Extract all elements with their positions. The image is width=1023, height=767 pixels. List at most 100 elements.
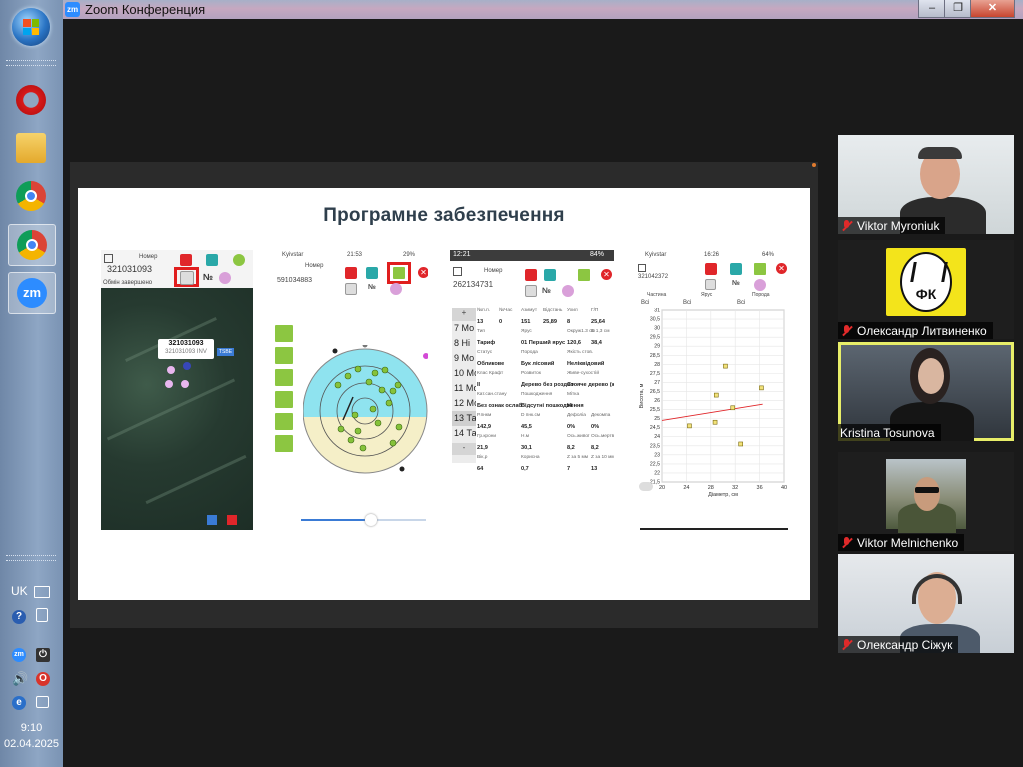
grid-cell: Вік,р [477, 455, 488, 460]
status-carrier: Kyivstar [645, 252, 667, 258]
plot-area [661, 309, 785, 483]
list-icon [345, 283, 357, 295]
filter-label-species: Порода [752, 292, 770, 298]
grid-cell: 8,2 [567, 444, 575, 451]
stump-icon [275, 391, 293, 408]
grid-cell: 45,5 [521, 423, 532, 430]
status-carrier: Kyivstar [282, 252, 304, 258]
sunglasses-icon [915, 487, 939, 493]
grid-cell: Тип [477, 329, 485, 334]
y-tick-label: 28 [654, 362, 660, 368]
participant-nametag: Олександр Литвиненко [838, 322, 993, 339]
x-tick-label: 24 [683, 485, 689, 491]
participant-nametag: Viktor Myroniuk [838, 217, 946, 234]
add-tree-button: + [452, 308, 476, 321]
grid-cell: Азимут [521, 308, 538, 313]
network-icon[interactable] [36, 696, 49, 708]
clock[interactable]: 9:10 02.04.2025 [0, 720, 63, 752]
start-button[interactable] [12, 8, 50, 46]
taskbar-app-explorer[interactable] [8, 128, 54, 168]
window-icon[interactable] [36, 608, 48, 622]
status-battery: 84% [590, 251, 605, 258]
participant-tile[interactable]: ФК Олександр Литвиненко [838, 240, 1014, 339]
y-tick-label: 29 [654, 344, 660, 350]
taskbar: zm UK ? zm ⏻ 🔊 O e 9:10 02.04.2025 [0, 0, 64, 767]
grid-cell: Корисна [521, 455, 540, 460]
grid-cell: 0,7 [521, 465, 529, 472]
grid-cell: 0% [591, 423, 600, 430]
mic-muted-icon [840, 638, 854, 652]
grid-cell: Ярус [521, 329, 532, 334]
participant-tile-active-speaker[interactable]: Kristina Tosunova [838, 342, 1014, 441]
grid-cell: №п.п. [477, 308, 491, 313]
keyboard-icon[interactable] [34, 586, 50, 598]
browser-tray-icon[interactable]: e [12, 696, 26, 710]
data-point [738, 441, 743, 447]
deadwood-icon [275, 435, 293, 452]
grid-cell: Порода [521, 350, 538, 355]
remove-tree-button: - [452, 443, 476, 455]
close-button[interactable]: ✕ [970, 0, 1015, 18]
headset-icon [918, 147, 962, 159]
scatter-chart: 31 30,5 30 29,5 29 28,5 28 27,5 27 26,5 26 25,5 25 24… [639, 308, 787, 498]
checkbox [638, 264, 646, 272]
grid-cell: D пнк.см [521, 413, 541, 418]
y-tick-label: 24,5 [650, 425, 660, 431]
help-icon[interactable]: ? [12, 610, 26, 624]
grid-cell: Відстань [543, 308, 563, 313]
y-axis-label: Висота, м [639, 383, 645, 408]
presentation-slide: Програмне забезпечення Номер 321031093 О… [78, 188, 810, 600]
window-titlebar[interactable]: zm Zoom Конференция – ❐ ✕ [63, 0, 1023, 19]
tree-marker-icon [167, 366, 175, 374]
grid-cell: Р.пнкм [477, 413, 492, 418]
app-screenshot-map: Номер 321031093 Обмін завершено № 321031… [101, 250, 253, 530]
taskbar-app-zoom[interactable]: zm [8, 272, 56, 314]
map-popup: 321031093 321031093 INV [158, 339, 214, 359]
people-icon [390, 283, 402, 295]
participant-avatar: ФК [886, 248, 966, 316]
zoom-tray-icon[interactable]: zm [12, 648, 26, 662]
layers-icon [227, 515, 237, 525]
status-time: 21:53 [347, 252, 363, 258]
volume-icon[interactable]: 🔊 [12, 672, 28, 686]
plot-number: 262134731 [453, 280, 494, 289]
grid-cell: Z за 5 мм [567, 455, 589, 460]
taskbar-app-chrome-profile[interactable] [8, 224, 56, 266]
grid-cell: Статус [477, 350, 493, 355]
participant-tile[interactable]: Viktor Myroniuk [838, 135, 1014, 234]
share-indicator-icon [812, 163, 816, 167]
folder-icon [16, 133, 46, 163]
y-tick-label: 28,5 [650, 353, 660, 359]
y-tick-label: 30 [654, 326, 660, 332]
participant-video [918, 358, 944, 394]
label-nomer: Номер [139, 254, 158, 260]
app-screenshot-table: 12:21 84% Номер 262134731 ✕ № + 7 Мо 8 Ні… [450, 250, 614, 530]
grid-cell: Стояче дерево (живе) [567, 381, 614, 388]
participant-tile[interactable]: Олександр Сіжук [838, 554, 1014, 653]
grid-cell: 151 [521, 318, 531, 325]
grid-cell: 21,9 [477, 444, 488, 451]
opera-tray-icon[interactable]: O [36, 672, 50, 686]
language-indicator[interactable]: UK [11, 584, 28, 598]
maximize-button[interactable]: ❐ [944, 0, 972, 18]
taskbar-app-opera[interactable] [8, 80, 54, 120]
tree-list-item: 10 Мо [454, 368, 476, 378]
y-tick-label: 27,5 [650, 371, 660, 377]
status-bar: 12:21 84% [450, 250, 614, 261]
status-battery: 64% [762, 252, 775, 258]
y-tick-label: 22 [654, 470, 660, 476]
tree-data-grid: №п.п. №Час Азимут Відстань Ухил Г/П 13 0 151 25,8… [477, 308, 614, 478]
y-tick-label: 22,5 [650, 461, 660, 467]
minimize-button[interactable]: – [918, 0, 946, 18]
grid-cell: Декомпа [591, 413, 611, 418]
power-plug-icon[interactable]: ⏻ [36, 648, 50, 662]
tree-marker-icon [183, 362, 191, 370]
taskbar-app-chrome[interactable] [8, 176, 54, 216]
grid-cell: Обликове [477, 360, 505, 367]
participant-tile[interactable]: Viktor Melnichenko [838, 452, 1014, 551]
grid-cell: Живе-сухостій [567, 371, 600, 376]
participant-name: Олександр Сіжук [857, 637, 953, 652]
taskbar-grip [6, 60, 56, 66]
windows-logo-icon [23, 19, 39, 35]
grid-cell: Якість стов. [567, 350, 594, 355]
